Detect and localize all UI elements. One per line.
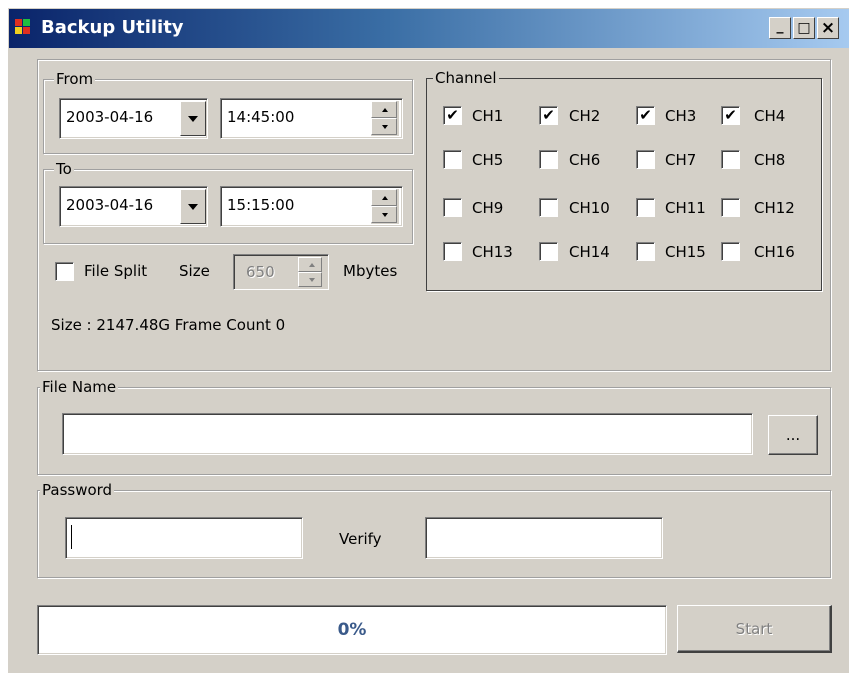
from-time-spinner[interactable] bbox=[371, 101, 399, 136]
password-label: Password bbox=[40, 480, 115, 500]
split-size-down-button[interactable] bbox=[298, 272, 322, 287]
from-time-up-button[interactable] bbox=[371, 101, 397, 118]
file-name-input[interactable] bbox=[62, 413, 753, 455]
channel-checkbox[interactable] bbox=[539, 198, 558, 217]
channel-checkbox[interactable]: ✔ bbox=[539, 106, 558, 125]
channel-checkbox[interactable] bbox=[721, 198, 740, 217]
channel-checkbox[interactable] bbox=[636, 242, 655, 261]
progress-bar: 0% bbox=[37, 605, 667, 655]
channel-label-item: CH4 bbox=[754, 107, 786, 125]
channel-checkbox[interactable] bbox=[443, 242, 462, 261]
channel-checkbox[interactable] bbox=[721, 150, 740, 169]
arrow-down-icon bbox=[382, 213, 388, 217]
from-time-down-button[interactable] bbox=[371, 118, 397, 135]
split-size-spinner[interactable] bbox=[298, 257, 324, 287]
to-time-value: 15:15:00 bbox=[227, 196, 295, 214]
from-date-combo[interactable]: 2003-04-16 bbox=[59, 98, 208, 139]
split-size-value: 650 bbox=[246, 263, 275, 281]
split-size-field[interactable]: 650 bbox=[233, 254, 329, 290]
to-time-field[interactable]: 15:15:00 bbox=[220, 186, 403, 227]
channel-checkbox[interactable] bbox=[443, 198, 462, 217]
channel-label-item: CH14 bbox=[569, 243, 610, 261]
to-time-spinner[interactable] bbox=[371, 189, 399, 224]
channel-label-item: CH1 bbox=[472, 107, 504, 125]
channel-checkbox[interactable] bbox=[721, 242, 740, 261]
close-button[interactable]: × bbox=[817, 17, 839, 39]
channel-label-item: CH8 bbox=[754, 151, 786, 169]
mbytes-label: Mbytes bbox=[343, 262, 398, 280]
from-label: From bbox=[54, 69, 96, 89]
chevron-down-icon bbox=[188, 116, 198, 122]
browse-button[interactable]: ... bbox=[768, 415, 818, 455]
start-button[interactable]: Start bbox=[677, 605, 832, 653]
channel-label-item: CH9 bbox=[472, 199, 504, 217]
checkmark-icon: ✔ bbox=[724, 106, 737, 124]
browse-button-label: ... bbox=[785, 426, 801, 444]
channel-label-item: CH5 bbox=[472, 151, 504, 169]
channel-label-item: CH6 bbox=[569, 151, 601, 169]
arrow-up-icon bbox=[382, 196, 388, 200]
from-date-dropdown-button[interactable] bbox=[180, 101, 206, 136]
channel-checkbox[interactable] bbox=[443, 150, 462, 169]
arrow-up-icon bbox=[309, 263, 315, 267]
channel-checkbox[interactable] bbox=[539, 242, 558, 261]
to-date-dropdown-button[interactable] bbox=[180, 189, 206, 224]
verify-label: Verify bbox=[339, 530, 382, 548]
channel-checkbox[interactable] bbox=[636, 150, 655, 169]
minimize-button[interactable]: _ bbox=[769, 17, 791, 39]
chevron-down-icon bbox=[188, 204, 198, 210]
progress-text: 0% bbox=[337, 620, 367, 640]
channel-checkbox[interactable] bbox=[539, 150, 558, 169]
split-size-up-button[interactable] bbox=[298, 257, 322, 272]
channel-label-item: CH3 bbox=[665, 107, 697, 125]
channel-label-item: CH12 bbox=[754, 199, 795, 217]
file-name-label: File Name bbox=[40, 377, 119, 397]
start-button-label: Start bbox=[735, 619, 773, 638]
channel-label: Channel bbox=[433, 68, 499, 88]
to-label: To bbox=[54, 159, 74, 179]
channel-label-item: CH2 bbox=[569, 107, 601, 125]
from-date-value: 2003-04-16 bbox=[66, 108, 154, 126]
to-time-down-button[interactable] bbox=[371, 206, 397, 223]
app-icon bbox=[15, 19, 35, 37]
window-title: Backup Utility bbox=[41, 17, 184, 38]
size-label: Size bbox=[179, 262, 210, 280]
file-split-checkbox[interactable] bbox=[55, 262, 74, 281]
to-time-up-button[interactable] bbox=[371, 189, 397, 206]
from-time-field[interactable]: 14:45:00 bbox=[220, 98, 403, 139]
channel-label-item: CH15 bbox=[665, 243, 706, 261]
text-caret bbox=[71, 525, 72, 549]
checkmark-icon: ✔ bbox=[446, 106, 459, 124]
arrow-down-icon bbox=[309, 278, 315, 282]
channel-label-item: CH7 bbox=[665, 151, 697, 169]
from-time-value: 14:45:00 bbox=[227, 108, 295, 126]
close-icon: × bbox=[820, 18, 836, 38]
minimize-icon: _ bbox=[776, 18, 784, 34]
channel-label-item: CH10 bbox=[569, 199, 610, 217]
channel-label-item: CH16 bbox=[754, 243, 795, 261]
checkmark-icon: ✔ bbox=[639, 106, 652, 124]
checkmark-icon: ✔ bbox=[542, 106, 555, 124]
channel-label-item: CH11 bbox=[665, 199, 706, 217]
maximize-icon: □ bbox=[797, 20, 811, 36]
channel-checkbox[interactable]: ✔ bbox=[721, 106, 740, 125]
channel-checkbox[interactable]: ✔ bbox=[636, 106, 655, 125]
to-date-combo[interactable]: 2003-04-16 bbox=[59, 186, 208, 227]
channel-checkbox[interactable]: ✔ bbox=[443, 106, 462, 125]
password-input[interactable] bbox=[65, 517, 303, 559]
channel-label-item: CH13 bbox=[472, 243, 513, 261]
to-date-value: 2003-04-16 bbox=[66, 196, 154, 214]
file-split-label: File Split bbox=[84, 262, 148, 280]
arrow-down-icon bbox=[382, 125, 388, 129]
arrow-up-icon bbox=[382, 108, 388, 112]
backup-utility-window: Backup Utility _ □ × From 2003-04-16 14:… bbox=[8, 8, 849, 673]
title-bar[interactable]: Backup Utility _ □ × bbox=[9, 9, 849, 48]
size-frame-count-text: Size : 2147.48G Frame Count 0 bbox=[51, 316, 286, 334]
channel-checkbox[interactable] bbox=[636, 198, 655, 217]
verify-password-input[interactable] bbox=[425, 517, 663, 559]
maximize-button[interactable]: □ bbox=[793, 17, 815, 39]
